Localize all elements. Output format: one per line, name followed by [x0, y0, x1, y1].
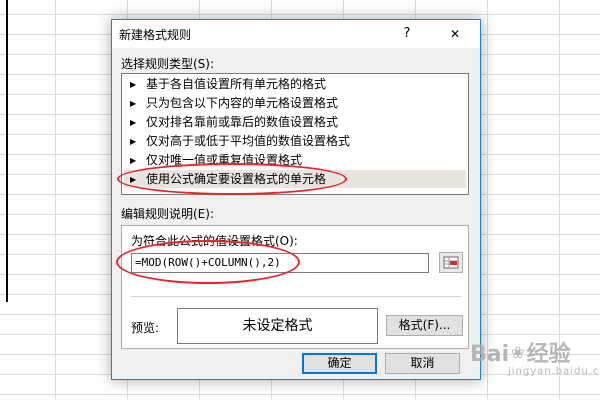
watermark-text-right: 经验	[526, 342, 571, 367]
triangle-right-icon: ▶	[130, 80, 137, 89]
panel-divider	[131, 296, 461, 297]
rule-type-list[interactable]: ▶ 基于各自值设置所有单元格的格式 ▶ 只为包含以下内容的单元格设置格式 ▶ 仅对排名…	[121, 73, 469, 195]
watermark-text-left: Bai	[470, 342, 510, 367]
rule-type-item[interactable]: ▶ 仅对排名靠前或靠后的数值设置格式	[124, 113, 466, 131]
preview-label: 预览:	[131, 321, 160, 335]
formula-input[interactable]: =MOD(ROW()+COLUMN(),2)	[131, 253, 429, 273]
rule-type-label-text: 仅对唯一值或重复值设置格式	[146, 153, 303, 167]
close-button[interactable]: ✕	[442, 23, 468, 45]
rule-type-label-text: 使用公式确定要设置格式的单元格	[146, 172, 327, 186]
help-button[interactable]: ?	[398, 25, 416, 43]
triangle-right-icon: ▶	[130, 137, 137, 146]
rule-type-item-selected[interactable]: ▶ 使用公式确定要设置格式的单元格	[124, 170, 466, 188]
dialog-titlebar: 新建格式规则 ? ✕	[112, 20, 480, 48]
rule-type-item[interactable]: ▶ 基于各自值设置所有单元格的格式	[124, 75, 466, 93]
rule-type-label-text: 基于各自值设置所有单元格的格式	[146, 77, 327, 91]
rule-type-label-text: 仅对高于或低于平均值的数值设置格式	[146, 134, 351, 148]
triangle-right-icon: ▶	[130, 99, 137, 108]
triangle-right-icon: ▶	[130, 175, 137, 184]
close-icon: ✕	[449, 27, 461, 41]
rule-type-item[interactable]: ▶ 仅对唯一值或重复值设置格式	[124, 151, 466, 169]
preview-box: 未设定格式	[177, 308, 378, 344]
rule-type-label: 选择规则类型(S):	[121, 57, 215, 71]
rule-type-item[interactable]: ▶ 只为包含以下内容的单元格设置格式	[124, 94, 466, 112]
format-button[interactable]: 格式(F)...	[386, 315, 463, 336]
cancel-button[interactable]: 取消	[385, 353, 460, 374]
rule-type-label-text: 仅对排名靠前或靠后的数值设置格式	[146, 115, 339, 129]
baidu-watermark: Bai ❀经验	[470, 336, 571, 368]
formula-label: 为符合此公式的值设置格式(O):	[131, 234, 298, 248]
rule-description-panel: 为符合此公式的值设置格式(O): =MOD(ROW()+COLUMN(),2) …	[121, 225, 469, 349]
rule-type-item[interactable]: ▶ 仅对高于或低于平均值的数值设置格式	[124, 132, 466, 150]
dialog-title: 新建格式规则	[119, 28, 192, 42]
edit-rule-label: 编辑规则说明(E):	[121, 207, 214, 221]
range-picker-icon	[443, 256, 459, 269]
new-format-rule-dialog: 新建格式规则 ? ✕ 选择规则类型(S): ▶ 基于各自值设置所有单元格的格式 ▶…	[111, 19, 481, 380]
paw-icon: ❀	[511, 343, 525, 362]
sheet-left-edge	[0, 0, 8, 302]
rule-type-label-text: 只为包含以下内容的单元格设置格式	[146, 96, 339, 110]
watermark-subtext: jingyan.baidu.com	[508, 366, 600, 377]
triangle-right-icon: ▶	[130, 156, 137, 165]
ok-button[interactable]: 确定	[302, 353, 377, 374]
range-select-button[interactable]	[439, 252, 463, 273]
triangle-right-icon: ▶	[130, 118, 137, 127]
